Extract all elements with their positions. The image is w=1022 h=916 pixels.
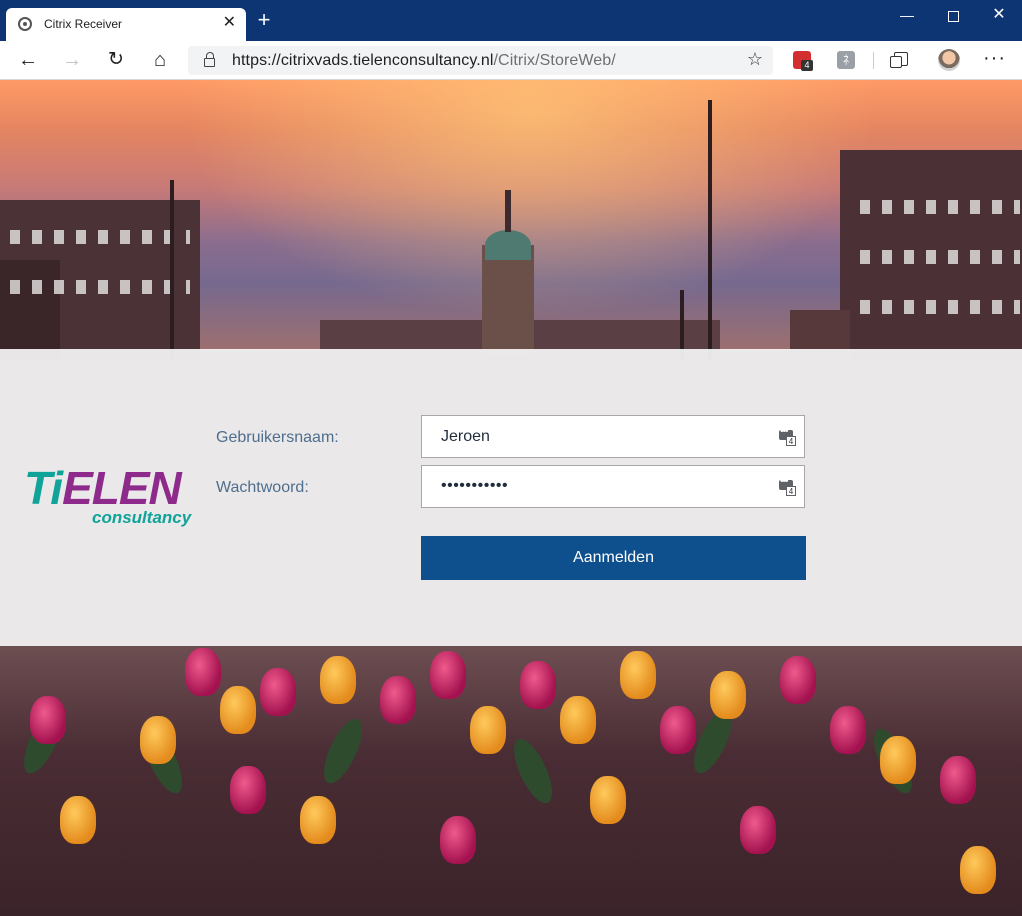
favorite-star-icon[interactable]: ☆ — [747, 49, 763, 70]
more-menu-button[interactable]: ··· — [983, 47, 1006, 70]
citrix-favicon-icon — [18, 17, 32, 31]
background-building-left-front — [0, 260, 60, 360]
tulip — [30, 696, 66, 744]
username-field[interactable]: 4 — [421, 415, 805, 458]
tulip — [220, 686, 256, 734]
tulip — [60, 796, 96, 844]
background-tulip-bed — [0, 646, 1022, 916]
tulip — [470, 706, 506, 754]
url-host: https://citrixvads.tielenconsultancy.nl — [232, 52, 494, 69]
login-button[interactable]: Aanmelden — [421, 536, 806, 580]
tulip — [830, 706, 866, 754]
tulip — [960, 846, 996, 894]
browser-titlebar: Citrix Receiver ✕ + — ✕ — [0, 0, 1022, 41]
url-path: /Citrix/StoreWeb/ — [493, 52, 616, 69]
new-tab-button[interactable]: + — [254, 9, 274, 31]
tab-title: Citrix Receiver — [44, 17, 123, 31]
tulip — [430, 651, 466, 699]
tulip — [710, 671, 746, 719]
tulip-leaf — [506, 733, 560, 809]
lock-icon[interactable] — [204, 52, 215, 67]
password-manager-icon[interactable]: 4 — [779, 476, 796, 496]
tulip — [185, 648, 221, 696]
tulip — [940, 756, 976, 804]
browser-toolbar: ← → ↻ ⌂ https://citrixvads.tielenconsult… — [0, 41, 1022, 80]
background-palace-spire — [505, 190, 511, 232]
password-input[interactable]: ••••••••••• — [441, 477, 508, 495]
password-manager-icon[interactable]: 4 — [779, 426, 796, 446]
tielen-consultancy-logo: TiELEN consultancy — [24, 465, 194, 529]
tulip — [660, 706, 696, 754]
browser-tab-citrix-receiver[interactable]: Citrix Receiver ✕ — [6, 8, 246, 41]
login-panel: TiELEN consultancy Gebruikersnaam: 4 Wac… — [0, 349, 1022, 646]
profile-avatar[interactable] — [938, 49, 960, 71]
url-text[interactable]: https://citrixvads.tielenconsultancy.nl/… — [232, 52, 616, 70]
password-manager-count: 4 — [786, 436, 796, 446]
tulip — [590, 776, 626, 824]
background-windows — [860, 200, 1020, 214]
username-label: Gebruikersnaam: — [216, 429, 339, 446]
username-input[interactable] — [422, 416, 781, 457]
reload-button[interactable]: ↻ — [103, 47, 129, 73]
tulip — [880, 736, 916, 784]
password-label: Wachtwoord: — [216, 479, 309, 496]
background-palace-dome — [485, 230, 531, 260]
tulip — [560, 696, 596, 744]
tulip — [740, 806, 776, 854]
extension-badge: 4 — [801, 60, 813, 71]
password-manager-count: 4 — [786, 486, 796, 496]
background-windows — [860, 300, 1020, 314]
tulip-leaf — [316, 713, 370, 789]
forward-button[interactable]: → — [59, 47, 85, 73]
tab-close-icon[interactable]: ✕ — [223, 14, 236, 32]
password-manager-extension-icon[interactable]: 4 — [793, 51, 813, 71]
tulip — [140, 716, 176, 764]
tulip — [230, 766, 266, 814]
tulip — [260, 668, 296, 716]
window-close-button[interactable]: ✕ — [976, 0, 1022, 30]
tulip — [440, 816, 476, 864]
tulip — [380, 676, 416, 724]
background-windows — [10, 280, 190, 294]
logo-tagline: consultancy — [92, 508, 192, 527]
tulip — [520, 661, 556, 709]
tulip — [300, 796, 336, 844]
logo-wordmark: TiELEN — [24, 465, 182, 511]
background-palace-tower — [482, 245, 534, 355]
citrix-storefront-page: TiELEN consultancy Gebruikersnaam: 4 Wac… — [0, 80, 1022, 916]
collections-icon[interactable] — [890, 52, 908, 68]
tulip — [780, 656, 816, 704]
tulip — [320, 656, 356, 704]
back-button[interactable]: ← — [15, 47, 41, 73]
background-lamp-post — [170, 180, 174, 360]
toolbar-divider — [873, 52, 874, 69]
logo-wordmark-rest: ELEN — [62, 462, 182, 514]
window-minimize-button[interactable]: — — [884, 0, 930, 30]
background-windows — [860, 250, 1020, 264]
background-lamp-post — [708, 100, 712, 360]
logo-wordmark-prefix: Ti — [24, 462, 63, 514]
address-bar[interactable]: https://citrixvads.tielenconsultancy.nl/… — [188, 46, 773, 75]
background-windows — [10, 230, 190, 244]
tulip — [620, 651, 656, 699]
home-button[interactable]: ⌂ — [147, 47, 173, 73]
window-maximize-button[interactable] — [930, 0, 976, 30]
password-field[interactable]: ••••••••••• 4 — [421, 465, 805, 508]
maximize-icon — [947, 10, 959, 22]
translate-extension-icon[interactable]: ﾈ — [837, 51, 855, 69]
